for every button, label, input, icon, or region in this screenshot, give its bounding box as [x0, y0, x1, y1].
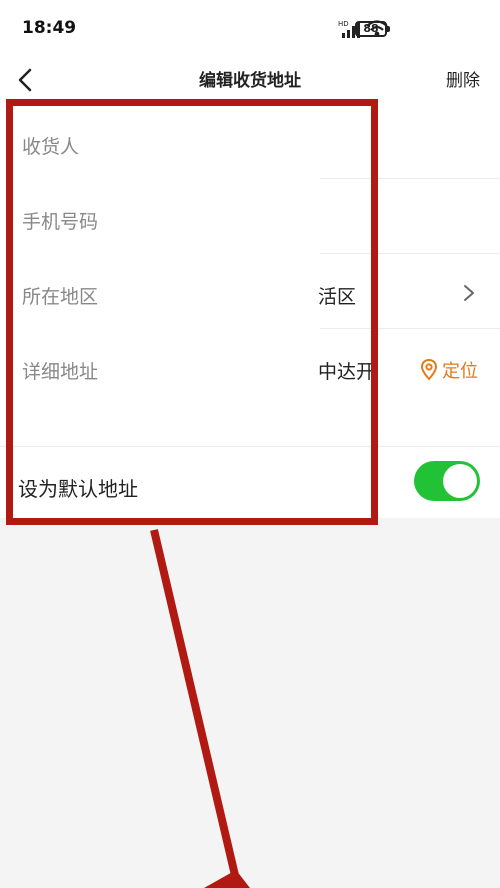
default-address-toggle[interactable] — [414, 461, 480, 501]
battery-icon: 88 — [355, 21, 390, 37]
status-bar: 18:49 HD 88 — [0, 0, 500, 56]
location-pin-icon — [420, 359, 438, 381]
phone-label: 手机号码 — [22, 211, 99, 233]
address-row[interactable]: 详细地址 中达开 定位 — [0, 329, 500, 404]
address-label: 详细地址 — [22, 361, 99, 383]
locate-label: 定位 — [442, 361, 478, 382]
nav-bar: 编辑收货地址 删除 — [0, 56, 500, 104]
battery-level: 88 — [363, 22, 379, 35]
address-form: 收货人 手机号码 所在地区 活区 详细地址 中达开 定位 设为默认地址 — [0, 104, 500, 518]
chevron-right-icon — [464, 285, 474, 301]
region-value: 活区 — [318, 286, 357, 308]
recipient-row[interactable]: 收货人 — [0, 104, 500, 179]
status-time: 18:49 — [22, 18, 77, 38]
toggle-knob — [443, 464, 477, 498]
default-address-row: 设为默认地址 — [0, 446, 500, 518]
phone-row[interactable]: 手机号码 — [0, 179, 500, 254]
region-label: 所在地区 — [22, 286, 99, 308]
page-title: 编辑收货地址 — [199, 71, 301, 91]
delete-button[interactable]: 删除 — [446, 66, 480, 91]
svg-text:HD: HD — [338, 20, 349, 28]
region-row[interactable]: 所在地区 活区 — [0, 254, 500, 329]
address-value: 中达开 — [318, 361, 375, 383]
locate-button[interactable]: 定位 — [420, 357, 478, 383]
recipient-label: 收货人 — [22, 136, 80, 158]
default-address-label: 设为默认地址 — [18, 477, 138, 501]
